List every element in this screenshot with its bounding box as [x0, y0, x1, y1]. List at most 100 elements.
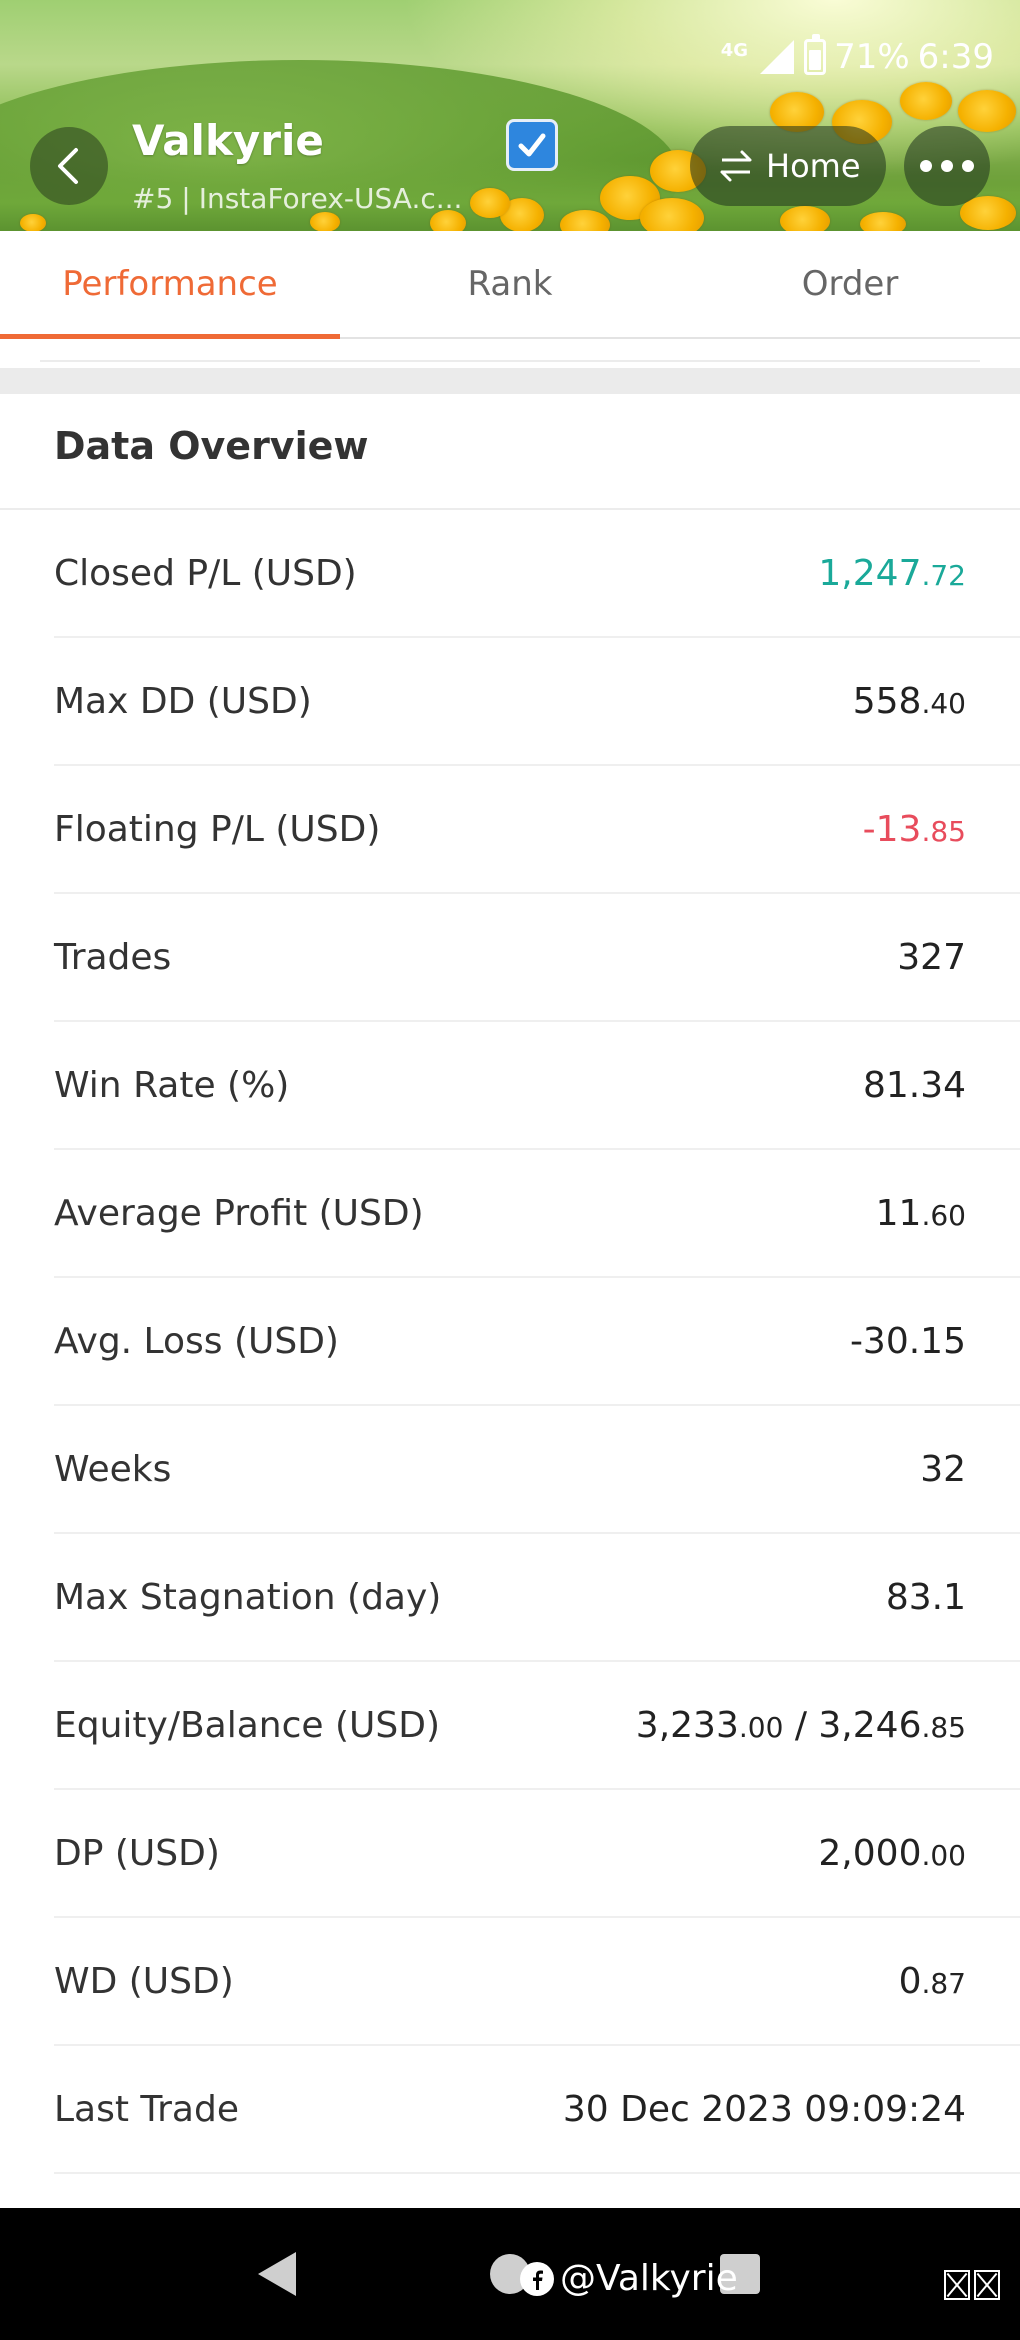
flower-decoration [20, 214, 46, 231]
value-frac: .85 [921, 814, 966, 848]
swap-arrows-icon [720, 150, 752, 182]
data-overview-list: Closed P/L (USD) 1,247.72 Max DD (USD) 5… [0, 510, 1020, 2174]
trader-rank: #5 [132, 182, 174, 215]
flower-decoration [640, 198, 704, 231]
row-label: Closed P/L (USD) [54, 552, 357, 594]
trader-name: Valkyrie [132, 116, 324, 165]
broken-glyph-icon [944, 2270, 970, 2300]
row-value: 83.1 [886, 1577, 966, 1618]
subtitle-separator: | [181, 182, 191, 215]
more-button[interactable] [904, 126, 990, 206]
row-weeks: Weeks 32 [54, 1406, 1020, 1534]
row-label: Max Stagnation (day) [54, 1576, 442, 1618]
value-frac: .40 [921, 686, 966, 720]
row-value: -13.85 [863, 809, 966, 850]
value-frac: .00 [738, 1710, 784, 1744]
row-label: Weeks [54, 1448, 172, 1490]
row-equity-balance: Equity/Balance (USD) 3,233.00 / 3,246.85 [54, 1662, 1020, 1790]
section-separator [0, 368, 1020, 394]
value-int: 11 [875, 1192, 922, 1234]
row-avg-loss: Avg. Loss (USD) -30.15 [54, 1278, 1020, 1406]
row-value: 0.87 [899, 1961, 966, 2002]
home-label: Home [766, 147, 861, 185]
value-frac: .87 [921, 1966, 966, 2000]
more-dots-icon [920, 160, 932, 172]
row-label: Last Trade [54, 2088, 239, 2130]
row-value: 11.60 [876, 1193, 966, 1234]
row-max-stagnation: Max Stagnation (day) 83.1 [54, 1534, 1020, 1662]
row-average-profit: Average Profit (USD) 11.60 [54, 1150, 1020, 1278]
row-label: Avg. Loss (USD) [54, 1320, 339, 1362]
header-banner: 4G 71% 6:39 Valkyrie #5 | InstaForex-USA.c… [0, 0, 1020, 231]
value-int: -13 [862, 808, 922, 850]
row-value: 3,233.00 / 3,246.85 [636, 1705, 966, 1746]
value-int: 1,247 [818, 552, 922, 594]
watermark-text: @Valkyrie [560, 2258, 738, 2299]
flower-decoration [958, 90, 1016, 132]
value-int: 0 [898, 1960, 922, 2002]
row-label: Win Rate (%) [54, 1064, 290, 1106]
value-frac: .72 [921, 558, 966, 592]
section-title: Data Overview [54, 424, 369, 468]
row-max-dd: Max DD (USD) 558.40 [54, 638, 1020, 766]
row-value: 327 [897, 937, 966, 978]
value-int: 81.34 [862, 1064, 966, 1106]
row-value: -30.15 [850, 1321, 966, 1362]
row-floating-pl: Floating P/L (USD) -13.85 [54, 766, 1020, 894]
row-trades: Trades 327 [54, 894, 1020, 1022]
row-label: Trades [54, 936, 172, 978]
value-int: 30 Dec 2023 09:09:24 [562, 2088, 966, 2130]
broken-glyph-icon [974, 2270, 1000, 2300]
value-int: 3,233 [635, 1704, 739, 1746]
home-button[interactable]: Home [690, 126, 886, 206]
navigation-bar: @Valkyrie [0, 2208, 1020, 2340]
battery-icon [804, 34, 827, 75]
watermark: @Valkyrie [520, 2258, 738, 2299]
row-label: WD (USD) [54, 1960, 234, 2002]
row-wd: WD (USD) 0.87 [54, 1918, 1020, 2046]
chevron-left-icon [58, 148, 78, 184]
row-label: DP (USD) [54, 1832, 220, 1874]
value-int: / 3,246 [783, 1704, 922, 1746]
flower-decoration [860, 212, 906, 231]
row-value: 2,000.00 [818, 1833, 966, 1874]
broker-name: InstaForex-USA.c... [198, 182, 463, 215]
value-frac: .60 [921, 1198, 966, 1232]
check-box-icon [506, 119, 558, 171]
row-value: 30 Dec 2023 09:09:24 [563, 2089, 966, 2130]
row-value: 32 [920, 1449, 966, 1490]
signal-icon [760, 40, 795, 74]
flower-decoration [900, 82, 952, 120]
value-int: 327 [897, 936, 966, 978]
nav-extra-icon [944, 2270, 1000, 2300]
tab-performance[interactable]: Performance [0, 231, 340, 339]
divider [40, 360, 980, 362]
value-int: 2,000 [818, 1832, 922, 1874]
value-frac: .85 [921, 1710, 966, 1744]
value-frac: .00 [921, 1838, 966, 1872]
row-closed-pl: Closed P/L (USD) 1,247.72 [54, 510, 1020, 638]
nav-back-button[interactable] [258, 2252, 296, 2296]
row-label: Equity/Balance (USD) [54, 1704, 440, 1746]
row-label: Floating P/L (USD) [54, 808, 381, 850]
row-value: 81.34 [863, 1065, 966, 1106]
row-last-trade: Last Trade 30 Dec 2023 09:09:24 [54, 2046, 1020, 2174]
value-int: 558 [852, 680, 922, 722]
value-int: 32 [920, 1448, 966, 1490]
value-int: -30.15 [849, 1320, 966, 1362]
tab-rank[interactable]: Rank [340, 231, 680, 337]
value-int: 83.1 [885, 1576, 966, 1618]
tab-order[interactable]: Order [680, 231, 1020, 337]
back-button[interactable] [30, 127, 108, 205]
row-value: 558.40 [853, 681, 966, 722]
row-label: Average Profit (USD) [54, 1192, 424, 1234]
more-dots-icon [962, 160, 974, 172]
row-win-rate: Win Rate (%) 81.34 [54, 1022, 1020, 1150]
flower-decoration [780, 206, 830, 231]
row-dp: DP (USD) 2,000.00 [54, 1790, 1020, 1918]
row-label: Max DD (USD) [54, 680, 312, 722]
tab-bar: Performance Rank Order [0, 231, 1020, 339]
battery-percent: 71% [834, 37, 910, 77]
row-value: 1,247.72 [818, 553, 966, 594]
network-type: 4G [720, 39, 749, 61]
